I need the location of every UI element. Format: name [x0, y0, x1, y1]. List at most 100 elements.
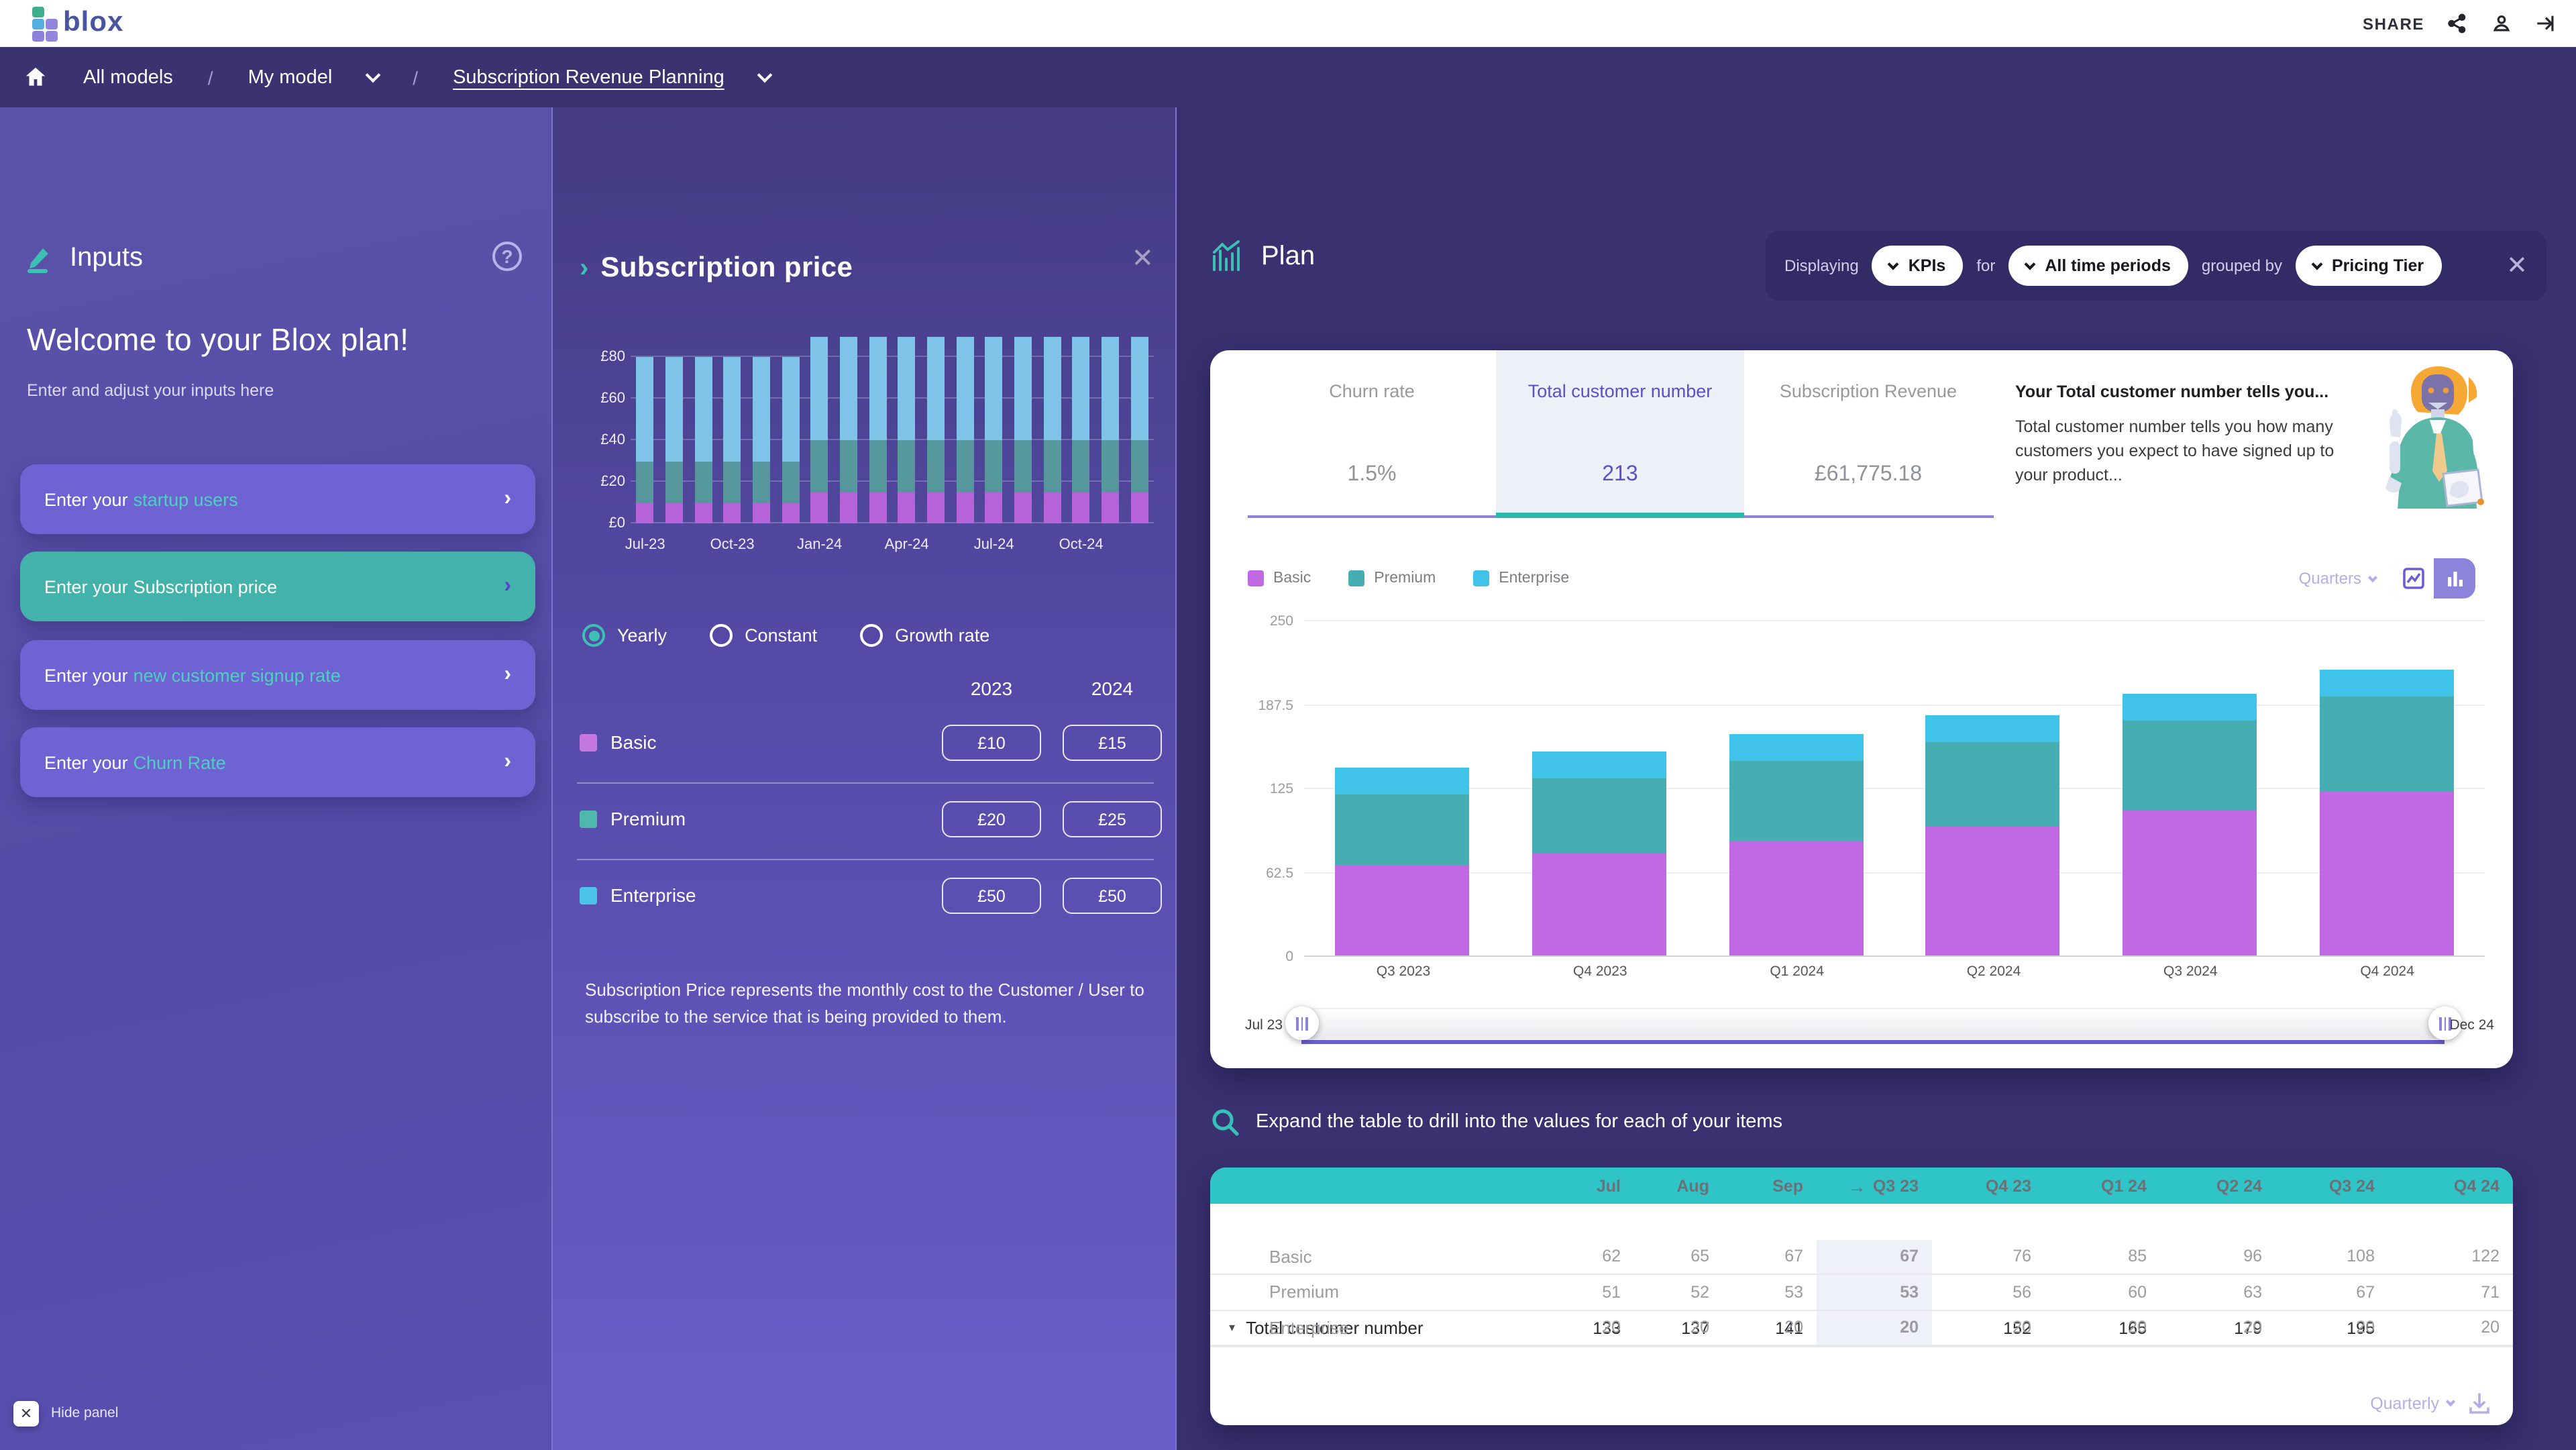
column-header-q3-24[interactable]: Q3 24: [2275, 1176, 2388, 1195]
home-icon[interactable]: [23, 64, 48, 90]
button-highlight: Subscription price: [133, 576, 278, 597]
column-header-q1-24[interactable]: Q1 24: [2045, 1176, 2160, 1195]
bar-Apr-24[interactable]: [898, 336, 916, 523]
enterprise-2024-input[interactable]: £50: [1063, 878, 1162, 914]
tab-subscription-revenue[interactable]: Subscription Revenue £61,775.18: [1744, 350, 1992, 517]
kpis-dropdown[interactable]: KPIs: [1872, 246, 1964, 286]
x-axis-tick: Q2 2024: [1894, 964, 2093, 980]
table-header-row: JulAugSep→Q3 23Q4 23Q1 24Q2 24Q3 24Q4 24: [1210, 1168, 2513, 1204]
line-chart-toggle[interactable]: [2392, 558, 2434, 599]
bar-Sep-24[interactable]: [1043, 336, 1061, 523]
close-icon[interactable]: ✕: [1131, 242, 1154, 275]
bar-Q2 2024[interactable]: [1926, 715, 2060, 955]
column-header-sep[interactable]: Sep: [1723, 1176, 1817, 1195]
bar-Aug-23[interactable]: [665, 357, 683, 523]
time-period-dropdown[interactable]: All time periods: [2008, 246, 2188, 286]
chevron-right-icon[interactable]: ›: [580, 255, 588, 282]
slider-track[interactable]: [1301, 1008, 2445, 1040]
chevron-down-icon: [1888, 258, 1899, 270]
bar-Q4 2023[interactable]: [1532, 752, 1666, 955]
bar-Dec-24[interactable]: [1130, 336, 1148, 523]
tier-name: Premium: [610, 808, 686, 829]
input-button-signup-rate[interactable]: Enter your new customer signup rate ›: [20, 640, 535, 710]
bar-segment-premium: [753, 461, 770, 503]
chevron-down-icon[interactable]: [757, 67, 772, 83]
bar-Aug-24[interactable]: [1014, 336, 1032, 523]
input-button-subscription-price[interactable]: Enter your Subscription price ›: [20, 552, 535, 621]
bar-Q1 2024[interactable]: [1729, 734, 1863, 955]
bar-Jun-24[interactable]: [956, 336, 973, 523]
close-icon[interactable]: ✕: [2506, 250, 2528, 281]
bar-Nov-23[interactable]: [753, 357, 770, 523]
slider-handle-left[interactable]: [1285, 1006, 1319, 1040]
y-axis-tick: £60: [580, 391, 625, 407]
enterprise-2023-input[interactable]: £50: [942, 878, 1041, 914]
bar-Sep-23[interactable]: [694, 357, 712, 523]
radio-growth-rate[interactable]: Growth rate: [860, 624, 989, 647]
bar-Q4 2024[interactable]: [2319, 670, 2453, 955]
share-icon[interactable]: [2446, 12, 2469, 35]
input-button-churn-rate[interactable]: Enter your Churn Rate ›: [20, 727, 535, 797]
table-period-dropdown[interactable]: Quarterly: [2370, 1394, 2454, 1412]
tab-total-customer-number[interactable]: Total customer number 213: [1496, 350, 1744, 517]
tab-churn-rate[interactable]: Churn rate 1.5%: [1248, 350, 1496, 517]
plan-title: Plan: [1261, 241, 1315, 272]
sign-out-icon[interactable]: [2534, 12, 2557, 35]
bar-Nov-24[interactable]: [1102, 336, 1119, 523]
table-row-basic[interactable]: Basic62656767768596108122: [1210, 1239, 2513, 1275]
input-button-startup-users[interactable]: Enter your startup users ›: [20, 464, 535, 534]
help-icon[interactable]: ?: [492, 242, 522, 271]
bar-segment-premium: [1073, 440, 1090, 493]
download-icon[interactable]: [2467, 1391, 2491, 1415]
column-header-q4-23[interactable]: Q4 23: [1932, 1176, 2045, 1195]
column-header-q2-24[interactable]: Q2 24: [2160, 1176, 2275, 1195]
premium-2024-input[interactable]: £25: [1063, 801, 1162, 837]
table-row-enterprise[interactable]: Enterprise202020202020202020: [1210, 1310, 2513, 1346]
breadcrumb-my-model[interactable]: My model: [248, 66, 333, 88]
column-header-q3-23[interactable]: →Q3 23: [1817, 1175, 1932, 1196]
breadcrumb-all-models[interactable]: All models: [83, 66, 173, 88]
premium-2023-input[interactable]: £20: [942, 801, 1041, 837]
bar-Jan-24[interactable]: [811, 336, 828, 523]
bar-Q3 2023[interactable]: [1336, 768, 1470, 955]
chart-type-toggle: [2392, 558, 2475, 599]
bar-Q3 2024[interactable]: [2123, 694, 2257, 955]
basic-2024-input[interactable]: £15: [1063, 725, 1162, 761]
gridline: [1304, 872, 2485, 873]
table-cell: 51: [1546, 1283, 1634, 1302]
hide-panel-button[interactable]: ✕ Hide panel: [13, 1400, 118, 1426]
column-header-q4-24[interactable]: Q4 24: [2388, 1176, 2513, 1195]
bar-Oct-24[interactable]: [1073, 336, 1090, 523]
breadcrumb-current-model[interactable]: Subscription Revenue Planning: [453, 66, 724, 88]
radio-icon: [710, 624, 733, 647]
bar-segment-basic: [637, 503, 654, 523]
bar-May-24[interactable]: [927, 336, 945, 523]
bar-Mar-24[interactable]: [869, 336, 886, 523]
table-cell: 20: [2275, 1318, 2388, 1337]
basic-2023-input[interactable]: £10: [942, 725, 1041, 761]
radio-yearly[interactable]: Yearly: [582, 624, 667, 647]
bar-Oct-23[interactable]: [724, 357, 741, 523]
user-icon[interactable]: [2490, 12, 2513, 35]
share-button[interactable]: SHARE: [2363, 14, 2424, 33]
bar-Dec-23[interactable]: [782, 357, 799, 523]
bar-chart-toggle[interactable]: [2434, 558, 2475, 599]
tier-name: Basic: [610, 731, 656, 753]
bar-Jul-23[interactable]: [637, 357, 654, 523]
chevron-down-icon[interactable]: [365, 67, 380, 83]
group-by-dropdown[interactable]: Pricing Tier: [2296, 246, 2441, 286]
column-header-aug[interactable]: Aug: [1634, 1176, 1723, 1195]
bar-Feb-24[interactable]: [840, 336, 857, 523]
plan-chart: 062.5125187.5250 Q3 2023Q4 2023Q1 2024Q2…: [1210, 612, 2513, 974]
bar-segment-basic: [2123, 811, 2257, 955]
blox-logo[interactable]: blox: [32, 6, 123, 41]
bar-Jul-24[interactable]: [985, 336, 1003, 523]
quarters-dropdown[interactable]: Quarters: [2299, 569, 2376, 588]
bar-segment-basic: [782, 503, 799, 523]
bar-segment-enterprise: [985, 336, 1003, 440]
x-axis-tick: Q1 2024: [1698, 964, 1896, 980]
radio-constant[interactable]: Constant: [710, 624, 817, 647]
column-header-jul[interactable]: Jul: [1546, 1176, 1634, 1195]
active-tab-underline: [1496, 512, 1744, 518]
table-row-premium[interactable]: Premium515253535660636771: [1210, 1275, 2513, 1310]
